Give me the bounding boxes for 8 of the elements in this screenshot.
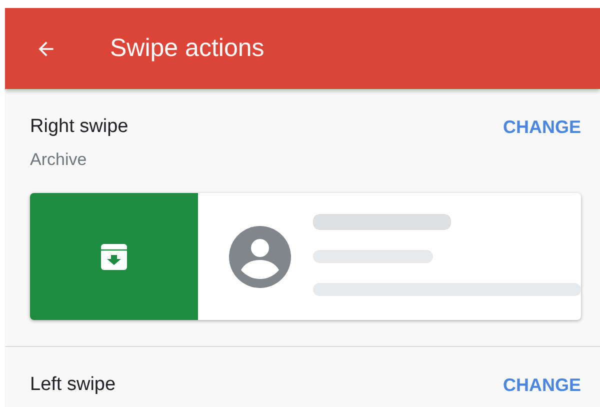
avatar-icon (229, 226, 291, 288)
setting-title: Left swipe (30, 374, 116, 396)
setting-value: Archive (30, 150, 88, 170)
setting-title: Right swipe (30, 116, 128, 138)
change-button[interactable]: CHANGE (502, 374, 581, 396)
change-button[interactable]: CHANGE (502, 116, 581, 138)
screen-title: Swipe actions (110, 34, 264, 63)
archive-icon (100, 242, 128, 270)
